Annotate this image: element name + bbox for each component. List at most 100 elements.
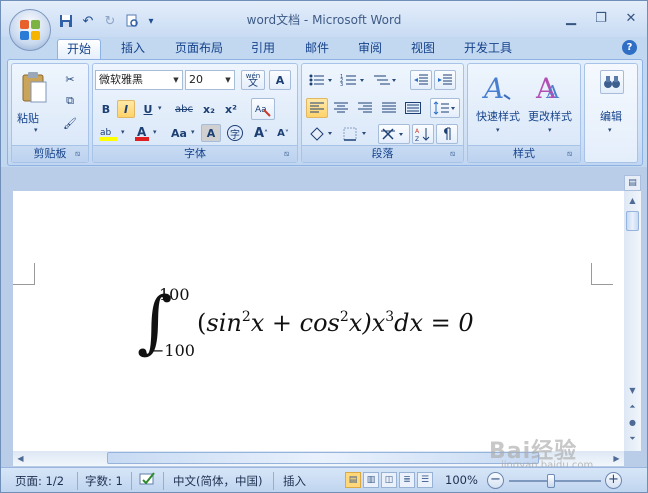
styles-group: A AA 快速样式 更改样式 ▾ ▾ 样式 ⧅ (467, 63, 581, 163)
zoom-in-icon[interactable]: + (605, 472, 622, 489)
draft-view-icon[interactable]: ☰ (417, 472, 433, 488)
insert-mode[interactable]: 插入 (283, 473, 306, 489)
ruler-toggle-icon[interactable]: ▤ (624, 175, 641, 191)
browse-object-icon[interactable]: ● (625, 415, 640, 430)
underline-dropdown-icon[interactable]: ▾ (158, 104, 162, 112)
borders-icon[interactable] (340, 124, 370, 144)
char-shading-icon[interactable]: A (201, 124, 221, 142)
change-case-dropdown-icon[interactable]: ▾ (191, 128, 195, 136)
distributed-icon[interactable] (402, 98, 424, 118)
align-center-icon[interactable] (330, 98, 352, 118)
tab-references[interactable]: 引用 (241, 39, 285, 59)
minimize-icon[interactable]: ▁ (561, 9, 581, 27)
word-count[interactable]: 字数: 1 (85, 473, 123, 489)
format-painter-icon[interactable]: 🖌 (60, 114, 80, 132)
reading-view-icon[interactable]: ▥ (363, 472, 379, 488)
strikethrough-button[interactable]: abc (171, 100, 197, 118)
zoom-slider-track[interactable] (509, 480, 601, 482)
align-left-icon[interactable] (306, 98, 328, 118)
horizontal-scroll-thumb[interactable] (107, 452, 539, 464)
highlight-icon[interactable]: ab (97, 124, 119, 142)
font-color-icon[interactable]: A (133, 124, 151, 142)
char-border-button[interactable]: A (269, 70, 291, 90)
phonetic-guide-button[interactable]: wén 文 (241, 70, 265, 90)
restore-icon[interactable]: ❐ (591, 9, 611, 27)
tab-developer[interactable]: 开发工具 (456, 39, 520, 59)
decrease-indent-icon[interactable] (410, 70, 432, 90)
editing-label[interactable]: 编辑 (585, 108, 637, 124)
zoom-slider-thumb[interactable] (547, 474, 555, 488)
paste-icon[interactable] (18, 68, 50, 108)
font-size-dropdown-icon[interactable]: ▼ (222, 71, 234, 89)
asian-layout-icon[interactable] (378, 124, 410, 144)
paste-dropdown-icon[interactable]: ▾ (34, 126, 38, 134)
page-indicator[interactable]: 页面: 1/2 (15, 473, 64, 489)
shading-icon[interactable] (306, 124, 336, 144)
quick-styles-dropdown-icon[interactable]: ▾ (496, 126, 500, 134)
tab-insert[interactable]: 插入 (111, 39, 155, 59)
align-right-icon[interactable] (354, 98, 376, 118)
help-icon[interactable]: ? (622, 40, 637, 55)
show-marks-icon[interactable] (436, 124, 458, 144)
underline-button[interactable]: U (139, 100, 157, 118)
close-icon[interactable]: ✕ (621, 9, 641, 27)
scroll-down-icon[interactable]: ▼ (625, 383, 640, 398)
cut-icon[interactable]: ✂ (60, 70, 80, 88)
grow-font-button[interactable]: A ˄ (251, 124, 271, 142)
styles-launcher-icon[interactable]: ⧅ (567, 149, 577, 159)
superscript-button[interactable]: x² (221, 100, 241, 118)
increase-indent-icon[interactable] (434, 70, 456, 90)
highlight-dropdown-icon[interactable]: ▾ (121, 128, 125, 136)
editing-dropdown-icon[interactable]: ▾ (608, 126, 612, 134)
svg-text:3: 3 (340, 82, 343, 87)
outline-view-icon[interactable]: ≣ (399, 472, 415, 488)
sin-function: sin (206, 309, 242, 337)
multilevel-list-icon[interactable] (370, 70, 400, 90)
tab-page-layout[interactable]: 页面布局 (167, 39, 231, 59)
change-case-button[interactable]: Aa (167, 124, 191, 142)
web-layout-view-icon[interactable]: ◫ (381, 472, 397, 488)
italic-button[interactable]: I (117, 100, 135, 118)
font-name-dropdown-icon[interactable]: ▼ (170, 71, 182, 89)
proofing-icon[interactable] (139, 471, 157, 490)
change-styles-icon[interactable]: AA (534, 70, 566, 104)
paste-label[interactable]: 粘贴 (1, 110, 66, 126)
justify-icon[interactable] (378, 98, 400, 118)
tab-review[interactable]: 审阅 (348, 39, 392, 59)
clipboard-launcher-icon[interactable]: ⧅ (75, 149, 85, 159)
next-page-icon[interactable]: ⏷ (625, 431, 640, 446)
font-color-dropdown-icon[interactable]: ▾ (153, 128, 157, 136)
enclose-char-button[interactable]: 字 (225, 124, 245, 142)
vertical-scroll-thumb[interactable] (626, 211, 639, 231)
quick-styles-icon[interactable]: A (482, 70, 514, 104)
scroll-up-icon[interactable]: ▲ (625, 193, 640, 208)
zoom-out-icon[interactable]: − (487, 472, 504, 489)
copy-icon[interactable]: ⧉ (60, 92, 80, 110)
tab-view[interactable]: 视图 (401, 39, 445, 59)
font-size-combo[interactable]: 20 ▼ (185, 70, 235, 90)
paragraph-launcher-icon[interactable]: ⧅ (450, 149, 460, 159)
font-launcher-icon[interactable]: ⧅ (284, 149, 294, 159)
font-name-combo[interactable]: 微软雅黑 ▼ (95, 70, 183, 90)
print-layout-view-icon[interactable]: ▤ (345, 472, 361, 488)
equation[interactable]: ∫ 100 −100 (sin2x + cos2x)x3dx = 0 (137, 283, 537, 373)
office-button[interactable] (9, 9, 51, 51)
numbering-icon[interactable]: 123 (338, 70, 368, 90)
language-indicator[interactable]: 中文(简体，中国) (173, 473, 262, 489)
shrink-font-button[interactable]: A ˅ (273, 124, 293, 142)
tab-mailings[interactable]: 邮件 (295, 39, 339, 59)
scroll-left-icon[interactable]: ◀ (13, 451, 28, 466)
binoculars-icon[interactable] (600, 70, 624, 94)
bullets-icon[interactable] (306, 70, 336, 90)
zoom-level[interactable]: 100% (445, 473, 478, 487)
scroll-right-icon[interactable]: ▶ (609, 451, 624, 466)
change-styles-dropdown-icon[interactable]: ▾ (548, 126, 552, 134)
bold-button[interactable]: B (97, 100, 115, 118)
subscript-button[interactable]: x₂ (199, 100, 219, 118)
clear-format-icon[interactable]: Aa (251, 98, 275, 120)
tab-home[interactable]: 开始 (57, 39, 101, 59)
vertical-scrollbar[interactable]: ▲ ▼ ⏶ ● ⏷ (624, 191, 641, 451)
status-separator (77, 472, 78, 490)
sort-icon[interactable]: AZ (412, 124, 434, 144)
prev-page-icon[interactable]: ⏶ (625, 399, 640, 414)
